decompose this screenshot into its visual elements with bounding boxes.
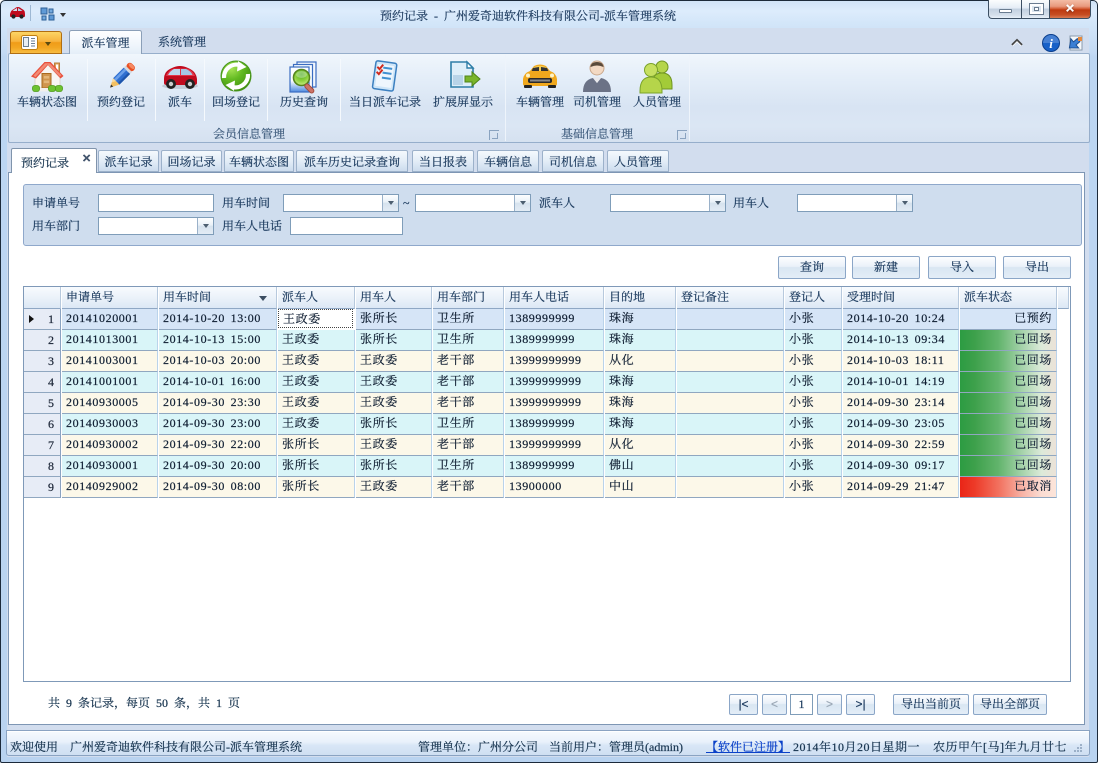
svg-text:i: i <box>1049 36 1053 51</box>
